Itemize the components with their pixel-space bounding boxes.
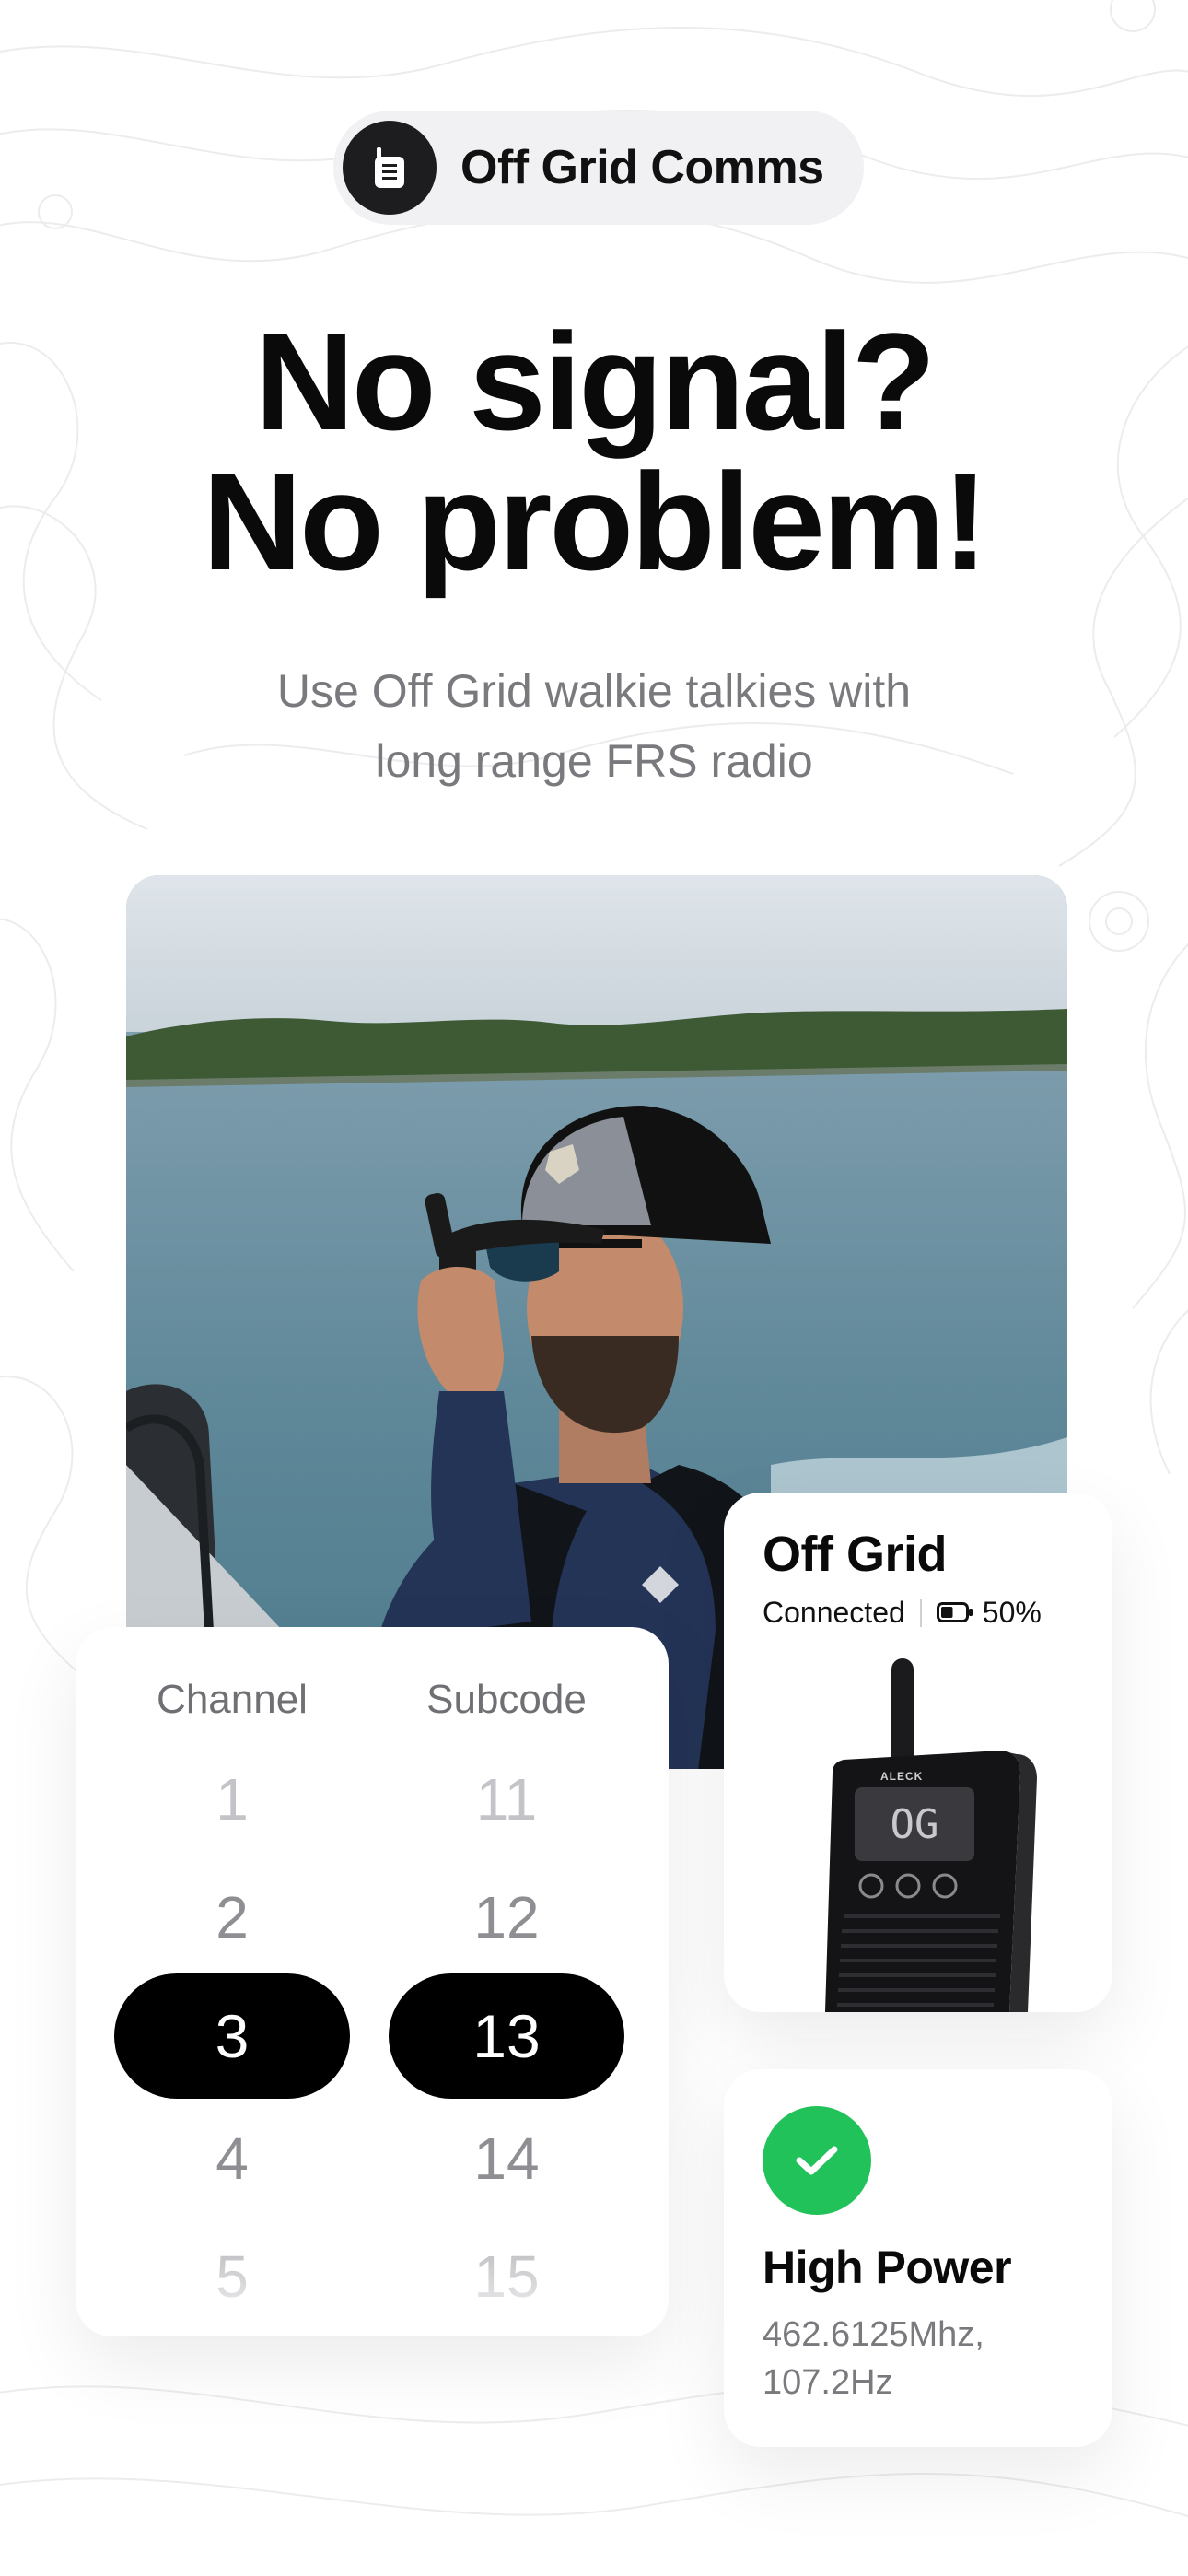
subcode-selected[interactable]: 13 [389,1973,624,2099]
battery-icon [936,1596,973,1630]
headline-line-2: No problem! [202,444,988,599]
channel-option[interactable]: 2 [114,1883,350,1951]
subtitle-line-1: Use Off Grid walkie talkies with [276,665,912,717]
headline-line-1: No signal? [254,304,937,459]
device-brand: ALECK [880,1770,923,1783]
checkmark-icon [763,2106,871,2215]
subcode-option[interactable]: 11 [389,1765,624,1833]
channel-subcode-picker: Channel Subcode 1 2 3 4 5 11 12 13 14 15 [76,1627,669,2336]
device-card[interactable]: Off Grid Connected 50% OG ALECK [724,1493,1112,2012]
frequency-line-2: 107.2Hz [763,2363,893,2402]
channel-option[interactable]: 4 [114,2125,350,2193]
walkie-talkie-icon [343,121,437,215]
device-status-row: Connected 50% [763,1596,1042,1630]
channel-header: Channel [157,1677,308,1722]
channel-selected[interactable]: 3 [114,1973,350,2099]
battery-percent: 50% [982,1596,1042,1629]
subcode-header: Subcode [426,1677,587,1722]
frequency-line-1: 462.6125Mhz, [763,2315,984,2354]
subtitle-line-2: long range FRS radio [375,735,813,787]
subcode-option[interactable]: 14 [389,2125,624,2193]
picker-fade [76,2254,669,2336]
status-divider [919,1598,922,1627]
power-card[interactable]: High Power 462.6125Mhz, 107.2Hz [724,2069,1112,2447]
headline: No signal? No problem! [0,311,1188,591]
app-name: Off Grid Comms [460,141,824,194]
subcode-option[interactable]: 12 [389,1883,624,1951]
channel-option[interactable]: 1 [114,1765,350,1833]
device-screen-text: OG [891,1801,939,1848]
device-name: Off Grid [763,1527,947,1582]
walkie-talkie-image: OG ALECK [825,1658,1037,2012]
subtitle: Use Off Grid walkie talkies with long ra… [0,656,1188,796]
connection-status: Connected [763,1596,905,1629]
power-title: High Power [763,2242,1012,2293]
app-pill: Off Grid Comms [333,111,864,225]
power-frequency: 462.6125Mhz, 107.2Hz [763,2311,1094,2406]
